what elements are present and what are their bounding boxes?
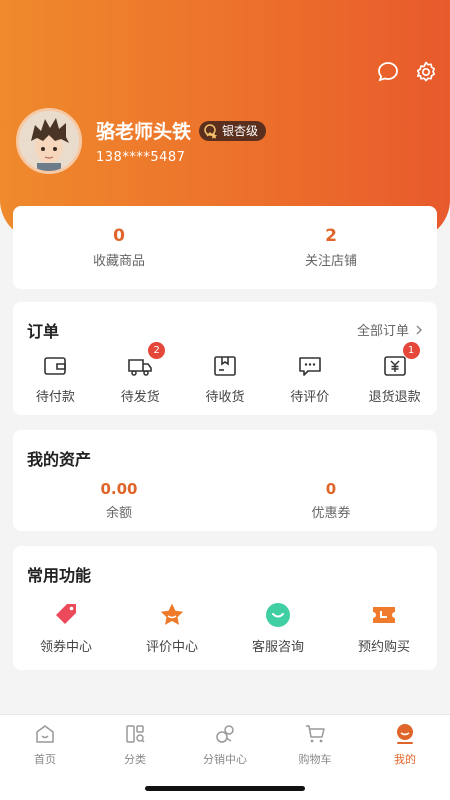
tab-profile[interactable]: 我的	[360, 715, 450, 800]
coupon-label: 优惠券	[311, 506, 351, 521]
chevron-right-icon	[416, 325, 422, 334]
order-pending-receipt[interactable]: 待收货	[183, 354, 268, 405]
review-center[interactable]: 评价中心	[119, 602, 225, 655]
order-item-label: 待评价	[290, 390, 330, 405]
coupon-tag-icon	[56, 604, 76, 624]
customer-service[interactable]: 客服咨询	[225, 602, 331, 655]
profile-icon	[397, 724, 413, 744]
truck-icon	[128, 359, 152, 376]
order-pending-payment[interactable]: 待付款	[13, 354, 98, 405]
profile-info: 骆老师头铁 银杏级 138****5487	[96, 117, 267, 165]
avatar[interactable]	[16, 108, 82, 174]
tab-label: 购物车	[298, 753, 332, 766]
customer-service-icon	[266, 603, 290, 627]
member-level-label: 银杏级	[222, 124, 259, 138]
member-level-icon	[204, 123, 218, 139]
home-indicator	[145, 786, 305, 791]
assets-title: 我的资产	[27, 450, 92, 469]
tab-home[interactable]: 首页	[0, 715, 90, 800]
order-item-label: 待收货	[205, 390, 245, 405]
function-label: 领券中心	[39, 640, 92, 655]
category-icon	[126, 725, 145, 743]
function-label: 评价中心	[145, 640, 198, 655]
refund-icon	[383, 356, 406, 376]
tab-label: 首页	[34, 753, 56, 766]
header-actions	[376, 60, 438, 84]
coupons[interactable]: 0 优惠券	[225, 480, 437, 521]
followed-count: 2	[325, 226, 337, 246]
star-icon	[160, 603, 184, 625]
function-label: 客服咨询	[251, 640, 304, 655]
orders-title: 订单	[27, 322, 60, 341]
package-icon	[214, 356, 236, 376]
reserve-purchase[interactable]: 预约购买	[331, 602, 437, 655]
balance[interactable]: 0.00 余额	[13, 480, 225, 521]
member-level-badge[interactable]: 银杏级	[199, 120, 267, 141]
balance-label: 余额	[105, 506, 132, 521]
collected-count: 0	[113, 226, 125, 246]
collected-products[interactable]: 0 收藏商品	[13, 206, 225, 289]
message-icon[interactable]	[376, 60, 400, 84]
followed-label: 关注店铺	[304, 254, 357, 269]
all-orders-label: 全部订单	[356, 324, 409, 339]
tab-label: 我的	[394, 753, 416, 766]
order-refund[interactable]: 1 退货退款	[352, 342, 437, 405]
order-status-row: 待付款 2 待发货 待收货 待评价 1 退货退款	[13, 342, 437, 405]
balance-value: 0.00	[100, 480, 138, 498]
favorites-card: 0 收藏商品 2 关注店铺	[13, 206, 437, 289]
asset-row: 0.00 余额 0 优惠券	[13, 480, 437, 521]
common-functions-card: 常用功能 领券中心 评价中心 客服咨询 预约购买	[13, 546, 437, 670]
tab-label: 分销中心	[203, 753, 247, 766]
comment-icon	[298, 357, 321, 376]
settings-icon[interactable]	[414, 60, 438, 84]
order-item-label: 退货退款	[368, 390, 421, 405]
avatar-illustration	[19, 111, 79, 171]
shipment-count-badge: 2	[148, 342, 166, 359]
functions-row: 领券中心 评价中心 客服咨询 预约购买	[13, 602, 437, 655]
function-label: 预约购买	[357, 640, 410, 655]
followed-shops[interactable]: 2 关注店铺	[225, 206, 437, 289]
order-pending-shipment[interactable]: 2 待发货	[98, 342, 183, 405]
username: 骆老师头铁	[96, 121, 192, 143]
assets-card: 我的资产 0.00 余额 0 优惠券	[13, 430, 437, 531]
phone-number: 138****5487	[96, 150, 186, 165]
profile-section[interactable]: 骆老师头铁 银杏级 138****5487	[16, 108, 267, 174]
home-icon	[36, 725, 54, 743]
name-row: 骆老师头铁 银杏级	[96, 117, 267, 144]
coupon-center[interactable]: 领券中心	[13, 602, 119, 655]
orders-card: 订单 全部订单 待付款 2 待发货 待收货 待评价 1 退货退款	[13, 302, 437, 415]
all-orders-link[interactable]: 全部订单	[357, 320, 423, 339]
coupon-value: 0	[325, 480, 337, 498]
ticket-icon	[373, 607, 395, 623]
order-item-label: 待发货	[120, 390, 160, 405]
cart-icon	[306, 725, 325, 743]
collected-label: 收藏商品	[92, 254, 145, 269]
wallet-icon	[44, 357, 67, 375]
functions-title: 常用功能	[27, 566, 92, 585]
refund-count-badge: 1	[402, 342, 420, 359]
tab-label: 分类	[124, 753, 146, 766]
order-pending-review[interactable]: 待评价	[267, 354, 352, 405]
distribution-icon	[216, 725, 234, 743]
order-item-label: 待付款	[35, 390, 75, 405]
